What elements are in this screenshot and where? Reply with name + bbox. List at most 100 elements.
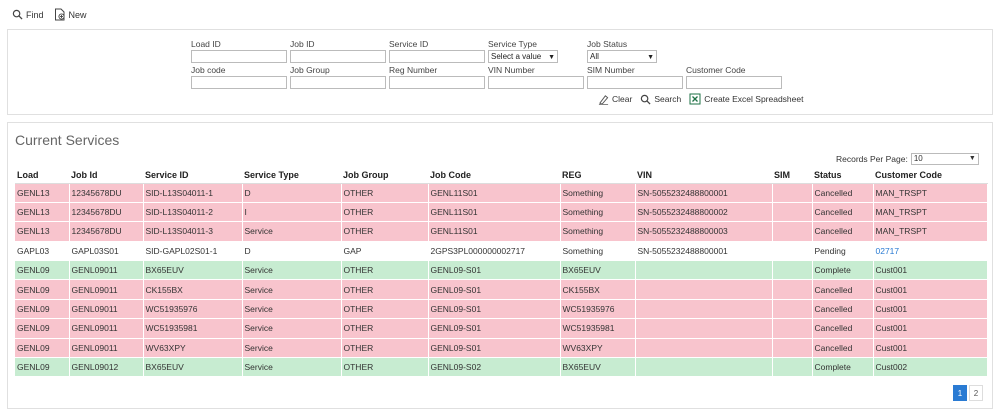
service-type-field: Service Type Select a value ▼ [488, 39, 558, 63]
table-row[interactable]: GENL13 12345678DU SID-L13S04011-3 Service OT… [15, 221, 988, 242]
table-cell: Cancelled [812, 183, 874, 203]
vin-number-input[interactable] [488, 76, 584, 89]
table-cell [635, 299, 773, 320]
table-row[interactable]: GENL09 GENL09011 BX65EUV Service OTHER GENL09… [15, 260, 988, 281]
table-row[interactable]: GAPL03 GAPL03S01 SID-GAPL02S01-1 D GAP 2GPS3P… [15, 241, 988, 262]
table-cell: GENL09 [15, 260, 70, 281]
column-header[interactable]: Service ID [143, 168, 242, 184]
table-cell: GENL13 [15, 221, 70, 242]
pagination: 1 2 [953, 385, 983, 401]
table-cell [635, 338, 773, 359]
table-cell: OTHER [341, 357, 429, 378]
table-row[interactable]: GENL09 GENL09011 WC51935976 Service OTHER GEN… [15, 299, 988, 320]
dropdown-arrow-icon: ▼ [647, 54, 654, 61]
column-header[interactable]: Service Type [242, 168, 341, 184]
column-header[interactable]: Customer Code [873, 168, 987, 184]
table-cell: OTHER [341, 279, 429, 300]
table-cell: WC51935976 [143, 299, 243, 320]
create-excel-label: Create Excel Spreadsheet [704, 94, 804, 104]
column-header[interactable]: Job Code [428, 168, 560, 184]
new-button[interactable]: New [54, 8, 87, 21]
filter-panel: Load ID Job ID Service ID Service Type S… [7, 29, 993, 115]
table-cell [772, 279, 813, 300]
service-type-select[interactable]: Select a value ▼ [488, 50, 558, 63]
table-cell: 2GPS3PL000000002717 [428, 241, 561, 262]
column-header[interactable]: SIM [772, 168, 812, 184]
page-button-1[interactable]: 1 [953, 385, 967, 401]
table-cell: OTHER [341, 299, 429, 320]
job-group-input[interactable] [290, 76, 386, 89]
service-id-input[interactable] [389, 50, 485, 63]
job-id-input[interactable] [290, 50, 386, 63]
customer-code-link[interactable]: 02717 [876, 246, 900, 256]
table-cell: GENL13 [15, 202, 70, 223]
column-header[interactable]: Job Id [69, 168, 143, 184]
table-cell: WC51935981 [560, 318, 636, 339]
table-cell: GENL09-S01 [428, 318, 561, 339]
table-body: GENL13 12345678DU SID-L13S04011-1 D OTHER GEN… [15, 183, 988, 378]
table-cell: Cust001 [873, 279, 988, 300]
table-cell: Something [560, 241, 636, 262]
table-row[interactable]: GENL09 GENL09012 BX65EUV Service OTHER GENL09… [15, 357, 988, 378]
table-cell: GENL09011 [69, 318, 144, 339]
table-cell: Service [242, 338, 342, 359]
reg-number-input[interactable] [389, 76, 485, 89]
table-cell: Service [242, 279, 342, 300]
job-status-select[interactable]: All ▼ [587, 50, 657, 63]
find-button[interactable]: Find [12, 9, 44, 20]
column-header[interactable]: Status [812, 168, 873, 184]
table-row[interactable]: GENL09 GENL09011 WC51935981 Service OTHER GEN… [15, 318, 988, 339]
table-cell: GENL09 [15, 279, 70, 300]
table-header-row: Load Job Id Service ID Service Type Job … [15, 168, 987, 184]
table-cell: D [242, 241, 342, 262]
customer-code-input[interactable] [686, 76, 782, 89]
table-cell: WC51935981 [143, 318, 243, 339]
table-cell: OTHER [341, 221, 429, 242]
table-cell [635, 357, 773, 378]
table-row[interactable]: GENL09 GENL09011 CK155BX Service OTHER GENL09… [15, 279, 988, 300]
records-per-page-select[interactable]: 10 ▼ [910, 153, 979, 165]
clear-label: Clear [612, 94, 633, 104]
sim-number-input[interactable] [587, 76, 683, 89]
search-button[interactable]: Search [640, 94, 681, 105]
table-cell: CK155BX [143, 279, 243, 300]
table-row[interactable]: GENL09 GENL09011 WV63XPY Service OTHER GENL09… [15, 338, 988, 359]
table-cell: OTHER [341, 202, 429, 223]
clear-button[interactable]: Clear [598, 94, 632, 105]
table-cell: 12345678DU [69, 221, 144, 242]
column-header[interactable]: Job Group [341, 168, 428, 184]
table-cell: 12345678DU [69, 183, 144, 203]
search-icon [641, 94, 651, 105]
table-cell: GENL09-S01 [428, 338, 561, 359]
table-cell [772, 183, 813, 203]
services-table: Load Job Id Service ID Service Type Job … [15, 168, 988, 378]
table-cell: SN-5055232488800001 [635, 241, 773, 262]
column-header[interactable]: REG [560, 168, 635, 184]
job-code-input[interactable] [191, 76, 287, 89]
search-icon [12, 9, 23, 20]
table-cell [772, 221, 813, 242]
customer-code-label: Customer Code [686, 65, 746, 75]
table-row[interactable]: GENL13 12345678DU SID-L13S04011-1 D OTHER GEN… [15, 183, 988, 203]
table-cell: Cancelled [812, 221, 874, 242]
column-header[interactable]: VIN [635, 168, 772, 184]
table-cell: OTHER [341, 183, 429, 203]
page-button-2[interactable]: 2 [969, 385, 983, 401]
reg-number-label: Reg Number [389, 65, 438, 75]
load-id-input[interactable] [191, 50, 287, 63]
table-cell: OTHER [341, 338, 429, 359]
table-cell: GENL11S01 [428, 202, 561, 223]
create-excel-button[interactable]: Create Excel Spreadsheet [689, 93, 803, 105]
table-cell: BX65EUV [143, 260, 243, 281]
table-cell: Cust001 [873, 260, 988, 281]
table-cell: GENL09-S01 [428, 260, 561, 281]
records-per-page-value: 10 [913, 154, 923, 163]
table-row[interactable]: GENL13 12345678DU SID-L13S04011-2 I OTHER GEN… [15, 202, 988, 223]
table-cell: CK155BX [560, 279, 636, 300]
table-cell: GAP [341, 241, 429, 262]
eraser-icon [598, 94, 609, 105]
dropdown-arrow-icon: ▼ [968, 155, 976, 162]
results-panel: Current Services Records Per Page: 10 ▼ … [7, 122, 993, 409]
table-cell: Something [560, 183, 636, 203]
column-header[interactable]: Load [15, 168, 69, 184]
